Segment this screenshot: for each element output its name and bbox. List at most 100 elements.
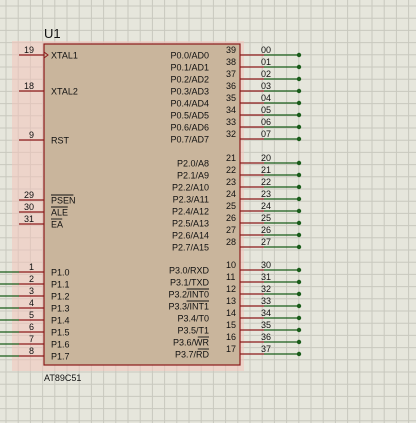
pin-number: 10 [226,260,236,270]
pin-name: P2.0/A8 [177,159,209,169]
pin-number: 21 [226,153,236,163]
pin-name: XTAL1 [51,51,78,61]
pin-name: P1.5 [51,328,70,338]
net-label: 35 [261,320,271,330]
junction-dot [296,76,302,82]
pin-name: PSEN [51,196,76,206]
pin-name: P0.3/AD3 [170,87,209,97]
net-label: 30 [261,260,271,270]
pin-number: 28 [226,237,236,247]
pin-name: P1.7 [51,352,70,362]
pin-number: 39 [226,45,236,55]
pin-number: 12 [226,284,236,294]
net-label: 21 [261,165,271,175]
net-label: 23 [261,189,271,199]
pin-name: EA [51,220,63,230]
pin-number: 8 [29,346,34,356]
pin-number: 34 [226,105,236,115]
pin-number: 32 [226,129,236,139]
pin-number: 5 [29,310,34,320]
schematic-canvas[interactable]: U1 AT89C51 19XTAL118XTAL29RST29PSEN30ALE… [0,0,416,423]
junction-dot [296,100,302,106]
pin-name: P2.7/A15 [172,243,209,253]
pin-name: P1.4 [51,316,70,326]
net-label: 22 [261,177,271,187]
pin-number: 13 [226,296,236,306]
pin-name: ALE [51,208,68,218]
pin-number: 30 [24,202,34,212]
pin-name: P1.1 [51,280,70,290]
pin-name: P3.0/RXD [169,266,210,276]
net-label: 31 [261,272,271,282]
pin-name: P3.3/INT1 [168,302,209,312]
pin-number: 35 [226,93,236,103]
pin-name: P0.1/AD1 [170,63,209,73]
junction-dot [296,351,302,357]
pin-name: P2.1/A9 [177,171,209,181]
microcontroller-u1[interactable]: U1 AT89C51 19XTAL118XTAL29RST29PSEN30ALE… [0,26,302,383]
pin-name: P1.0 [51,268,70,278]
net-label: 03 [261,81,271,91]
net-label: 02 [261,69,271,79]
net-label: 20 [261,153,271,163]
pin-name: P0.4/AD4 [170,99,209,109]
reference-designator: U1 [44,26,61,41]
pin-name: XTAL2 [51,87,78,97]
pin-number: 22 [226,165,236,175]
net-label: 00 [261,45,271,55]
pin-name: P2.3/A11 [173,195,209,205]
junction-dot [296,64,302,70]
net-label: 33 [261,296,271,306]
pin-name: P3.2/INT0 [168,290,209,300]
pin-number: 24 [226,189,236,199]
junction-dot [296,52,302,58]
pin-name: P2.6/A14 [172,231,209,241]
part-name: AT89C51 [44,373,81,383]
junction-dot [296,339,302,345]
pin-name: P2.4/A12 [172,207,209,217]
net-label: 25 [261,213,271,223]
junction-dot [296,208,302,214]
pin-number: 33 [226,117,236,127]
junction-dot [296,196,302,202]
pin-number: 29 [24,190,34,200]
junction-dot [296,220,302,226]
pin-number: 1 [29,262,34,272]
net-label: 26 [261,225,271,235]
pin-number: 16 [226,332,236,342]
junction-dot [296,172,302,178]
pin-name: P1.3 [51,304,70,314]
pin-number: 3 [29,286,34,296]
pin-number: 2 [29,274,34,284]
junction-dot [296,244,302,250]
pin-name: P2.5/A13 [172,219,209,229]
pin-number: 18 [24,81,34,91]
pin-number: 11 [226,272,235,282]
pin-number: 37 [226,69,236,79]
junction-dot [296,232,302,238]
net-label: 32 [261,284,271,294]
junction-dot [296,88,302,94]
pin-number: 4 [29,298,34,308]
pin-name: P0.6/AD6 [170,123,209,133]
pin-number: 6 [29,322,34,332]
net-label: 05 [261,105,271,115]
junction-dot [296,184,302,190]
pin-number: 31 [24,214,34,224]
net-label: 36 [261,332,271,342]
junction-dot [296,315,302,321]
pin-name: RST [51,136,70,146]
pin-name: P0.5/AD5 [170,111,209,121]
pin-name: P0.0/AD0 [170,51,209,61]
junction-dot [296,136,302,142]
net-label: 04 [261,93,271,103]
net-label: 27 [261,237,271,247]
pin-number: 36 [226,81,236,91]
junction-dot [296,112,302,118]
pin-number: 27 [226,225,236,235]
pin-name: P3.4/T0 [177,314,209,324]
pin-number: 14 [226,308,236,318]
pin-name: P3.1/TXD [170,278,210,288]
pin-name: P0.7/AD7 [170,135,209,145]
junction-dot [296,303,302,309]
